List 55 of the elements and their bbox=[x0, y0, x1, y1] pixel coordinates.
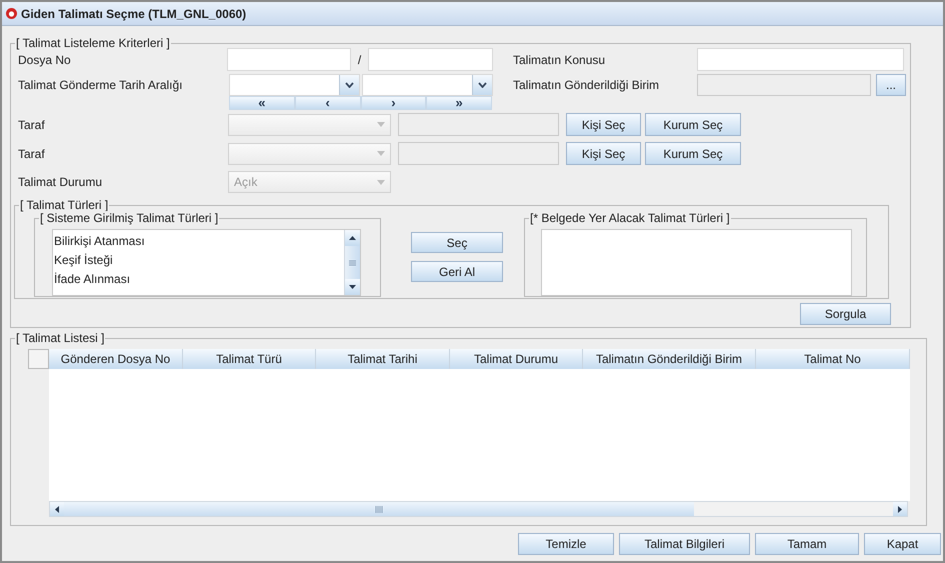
geri-al-button[interactable]: Geri Al bbox=[411, 261, 503, 282]
field-label: Dosya No bbox=[18, 52, 72, 68]
sec-button[interactable]: Seç bbox=[411, 232, 503, 253]
column-header[interactable]: Talimat Tarihi bbox=[316, 349, 450, 369]
date-dropdown[interactable] bbox=[229, 74, 360, 96]
separator: / bbox=[356, 52, 362, 68]
dropdown-arrow-icon bbox=[377, 122, 385, 127]
group-title: [ Talimat Listesi ] bbox=[15, 331, 106, 345]
input-field[interactable] bbox=[368, 48, 493, 71]
group-title: [ Talimat Listeleme Kriterleri ] bbox=[15, 36, 171, 50]
dropdown-arrow-icon bbox=[377, 151, 385, 156]
select-all-cell[interactable] bbox=[28, 349, 49, 369]
kapat-button[interactable]: Kapat bbox=[864, 533, 941, 555]
date-nav-button[interactable]: › bbox=[360, 96, 426, 110]
input-field[interactable] bbox=[697, 48, 904, 71]
scroll-left-icon bbox=[55, 506, 59, 512]
dropdown-arrow-icon bbox=[377, 180, 385, 184]
emblem-icon bbox=[6, 8, 17, 19]
talimat-bilgileri-button[interactable]: Talimat Bilgileri bbox=[619, 533, 750, 555]
window-title: Giden Talimatı Seçme (TLM_GNL_0060) bbox=[21, 6, 246, 22]
column-header[interactable]: Talimatın Gönderildiği Birim bbox=[583, 349, 756, 369]
input-field[interactable] bbox=[398, 142, 559, 165]
list-item[interactable]: Bilirkişi Atanması bbox=[54, 232, 344, 251]
group-title: [* Belgede Yer Alacak Talimat Türleri ] bbox=[529, 211, 731, 225]
group-title: [ Sisteme Girilmiş Talimat Türleri ] bbox=[39, 211, 220, 225]
field-label: Taraf bbox=[18, 116, 46, 134]
date-nav-button[interactable]: ‹ bbox=[294, 96, 360, 110]
input-field[interactable] bbox=[697, 74, 871, 96]
browse-button[interactable]: ... bbox=[876, 74, 906, 96]
column-header[interactable]: Talimat No bbox=[756, 349, 910, 369]
horizontal-scrollbar[interactable] bbox=[49, 501, 908, 517]
list-item[interactable]: İfade Alınması bbox=[54, 270, 344, 289]
scrollbar[interactable] bbox=[344, 230, 360, 295]
column-header[interactable]: Talimat Durumu bbox=[450, 349, 583, 369]
field-label: Taraf bbox=[18, 146, 46, 162]
field-label: Talimat Durumu bbox=[18, 174, 104, 191]
sorgula-button[interactable]: Sorgula bbox=[800, 303, 891, 325]
date-nav-button[interactable]: » bbox=[426, 96, 492, 110]
scroll-down-icon bbox=[349, 285, 356, 289]
field-label: Talimat Gönderme Tarih Aralığı bbox=[18, 77, 184, 94]
field-label: Talimatın Konusu bbox=[513, 52, 606, 68]
scroll-right-icon bbox=[898, 506, 902, 512]
field-label: Talimatın Gönderildiği Birim bbox=[513, 77, 660, 94]
column-header[interactable]: Talimat Türü bbox=[183, 349, 316, 369]
input-field[interactable] bbox=[227, 48, 351, 71]
tamam-button[interactable]: Tamam bbox=[755, 533, 859, 555]
grip-icon bbox=[349, 260, 356, 266]
input-field[interactable] bbox=[398, 113, 559, 136]
column-header[interactable]: Gönderen Dosya No bbox=[49, 349, 183, 369]
grip-icon bbox=[375, 506, 383, 512]
date-nav-button[interactable]: « bbox=[229, 96, 295, 110]
date-dropdown[interactable] bbox=[362, 74, 493, 96]
scroll-up-icon bbox=[349, 236, 356, 240]
list-item[interactable]: Keşif İsteği bbox=[54, 251, 344, 270]
temizle-button[interactable]: Temizle bbox=[518, 533, 614, 555]
